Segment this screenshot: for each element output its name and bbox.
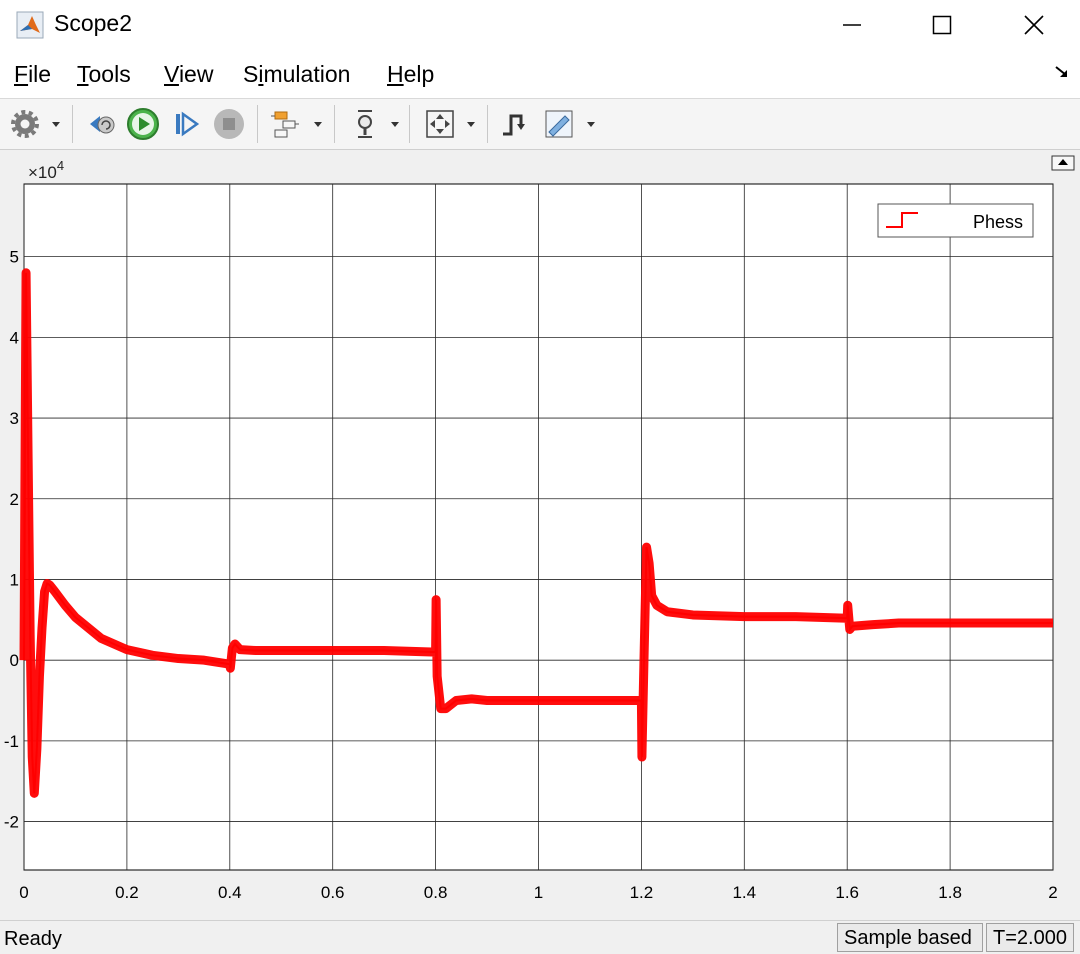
menu-view[interactable]: View bbox=[164, 61, 213, 88]
stop-button[interactable] bbox=[210, 105, 248, 143]
x-tick-labels: 0 0.2 0.4 0.6 0.8 1 1.2 1.4 1.6 1.8 2 bbox=[19, 883, 1057, 902]
y-exponent-label: ×104 bbox=[28, 158, 64, 182]
close-icon bbox=[1024, 15, 1044, 35]
y-tick-label: 2 bbox=[10, 490, 19, 509]
undock-axes-button[interactable] bbox=[1051, 155, 1075, 171]
signal-config-dropdown-icon[interactable] bbox=[313, 119, 323, 129]
y-tick-label: -1 bbox=[4, 732, 19, 751]
x-tick-label: 0.2 bbox=[115, 883, 139, 902]
y-tick-label: -2 bbox=[4, 813, 19, 832]
close-button[interactable] bbox=[988, 0, 1080, 50]
x-tick-label: 2 bbox=[1048, 883, 1057, 902]
sample-mode-indicator: Sample based bbox=[837, 923, 983, 952]
signal-config-button[interactable] bbox=[266, 105, 304, 143]
menu-file[interactable]: File bbox=[14, 61, 51, 88]
stop-icon bbox=[214, 109, 244, 139]
step-forward-icon bbox=[176, 111, 200, 137]
legend[interactable]: Phess bbox=[877, 203, 1034, 238]
measurements-button[interactable] bbox=[540, 105, 578, 143]
menu-tools[interactable]: Tools bbox=[77, 61, 131, 88]
x-tick-label: 1.2 bbox=[630, 883, 654, 902]
y-tick-label: 1 bbox=[10, 570, 19, 589]
zoom-button[interactable] bbox=[346, 105, 384, 143]
status-bar: Ready Sample based T=2.000 bbox=[0, 920, 1080, 954]
minimize-button[interactable] bbox=[806, 0, 898, 50]
run-button[interactable] bbox=[124, 105, 162, 143]
sim-time-indicator: T=2.000 bbox=[986, 923, 1074, 952]
x-tick-label: 1.4 bbox=[732, 883, 756, 902]
menu-bar: File Tools View Simulation Help bbox=[0, 50, 1080, 99]
signal-config-icon bbox=[271, 111, 299, 138]
fit-to-view-dropdown-icon[interactable] bbox=[466, 119, 476, 129]
dock-arrow-icon[interactable] bbox=[1054, 64, 1070, 80]
x-tick-label: 0.6 bbox=[321, 883, 345, 902]
step-back-icon bbox=[90, 116, 115, 134]
toolbar bbox=[0, 99, 1080, 150]
status-text: Ready bbox=[4, 928, 62, 950]
measurements-dropdown-icon[interactable] bbox=[586, 119, 596, 129]
x-tick-label: 1.6 bbox=[835, 883, 859, 902]
settings-icon bbox=[11, 110, 39, 138]
scope-chart[interactable]: ×104 0 0.2 0.4 0.6 0.8 1 1.2 1.4 1.6 1.8 2 -2 -1 0 1 2… bbox=[0, 150, 1080, 912]
fit-to-view-button[interactable] bbox=[421, 105, 459, 143]
triggers-icon bbox=[503, 114, 525, 136]
step-forward-button[interactable] bbox=[167, 105, 205, 143]
x-tick-label: 1 bbox=[534, 883, 543, 902]
y-tick-label: 0 bbox=[10, 651, 19, 670]
scope-plot-area: ×104 0 0.2 0.4 0.6 0.8 1 1.2 1.4 1.6 1.8 2 -2 -1 0 1 2… bbox=[0, 150, 1080, 912]
zoom-icon bbox=[358, 110, 372, 138]
y-tick-labels: -2 -1 0 1 2 3 4 5 bbox=[4, 248, 19, 832]
y-tick-label: 4 bbox=[10, 328, 19, 347]
x-tick-label: 0.4 bbox=[218, 883, 242, 902]
run-icon bbox=[127, 108, 159, 140]
measurements-icon bbox=[545, 110, 573, 138]
triggers-button[interactable] bbox=[496, 105, 534, 143]
step-back-button[interactable] bbox=[83, 105, 121, 143]
fit-to-view-icon bbox=[426, 110, 454, 138]
window-title: Scope2 bbox=[54, 10, 133, 36]
x-tick-label: 0.8 bbox=[424, 883, 448, 902]
legend-label-phess: Phess bbox=[973, 212, 1023, 232]
matlab-logo-icon bbox=[16, 11, 44, 39]
menu-simulation[interactable]: Simulation bbox=[243, 61, 350, 88]
minimize-icon bbox=[843, 24, 861, 26]
settings-dropdown-icon[interactable] bbox=[51, 119, 61, 129]
y-tick-label: 5 bbox=[10, 248, 19, 267]
title-bar: Scope2 bbox=[0, 0, 1080, 50]
settings-button[interactable] bbox=[6, 105, 44, 143]
menu-help[interactable]: Help bbox=[387, 61, 434, 88]
zoom-dropdown-icon[interactable] bbox=[390, 119, 400, 129]
y-tick-label: 3 bbox=[10, 409, 19, 428]
x-tick-label: 0 bbox=[19, 883, 28, 902]
x-tick-label: 1.8 bbox=[938, 883, 962, 902]
maximize-icon bbox=[932, 15, 952, 35]
maximize-button[interactable] bbox=[896, 0, 988, 50]
